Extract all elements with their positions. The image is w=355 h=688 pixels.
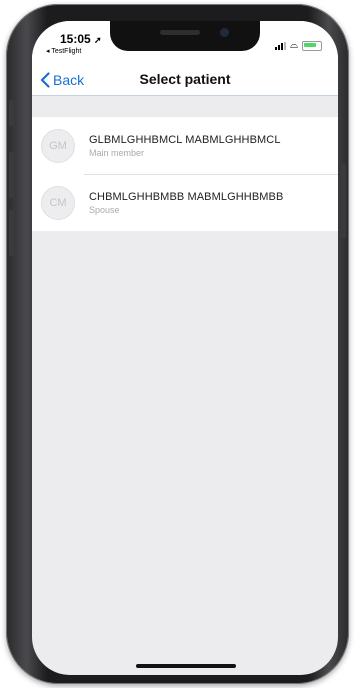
navigation-bar: Back Select patient: [32, 65, 338, 96]
phone-frame: 15:05 ➚ ◂ TestFlight ⌓ Back Select patie…: [6, 4, 349, 684]
notch: [110, 21, 260, 51]
status-time: 15:05 ➚: [60, 32, 102, 46]
page-title: Select patient: [139, 71, 231, 87]
patient-relation: Spouse: [89, 204, 120, 215]
power-button: [341, 164, 346, 238]
patient-row[interactable]: CM CHBMLGHHBMBB MABMLGHHBMBB Spouse: [32, 174, 338, 231]
battery-level: [304, 43, 316, 47]
volume-up-button: [9, 152, 14, 198]
signal-icon: [275, 42, 287, 50]
front-camera: [220, 28, 229, 37]
screen: 15:05 ➚ ◂ TestFlight ⌓ Back Select patie…: [32, 21, 338, 675]
back-to-app-link[interactable]: ◂ TestFlight: [46, 47, 81, 55]
patient-relation: Main member: [89, 147, 145, 158]
patient-name: GLBMLGHHBMCL MABMLGHHBMCL: [89, 133, 281, 146]
location-arrow-icon: ➚: [94, 35, 102, 45]
patient-info: GLBMLGHHBMCL MABMLGHHBMCL Main member: [89, 134, 281, 158]
patient-list: GM GLBMLGHHBMCL MABMLGHHBMCL Main member…: [32, 117, 338, 231]
avatar: GM: [41, 128, 75, 163]
patient-info: CHBMLGHHBMBB MABMLGHHBMBB Spouse: [89, 191, 283, 215]
home-indicator[interactable]: [136, 664, 236, 668]
patient-name: CHBMLGHHBMBB MABMLGHHBMBB: [89, 190, 284, 203]
speaker-grille: [160, 30, 200, 35]
avatar: CM: [41, 185, 75, 220]
volume-down-button: [9, 210, 14, 256]
status-icons: ⌓: [275, 41, 322, 51]
battery-icon: [302, 41, 322, 51]
silent-switch: [9, 100, 14, 126]
status-time-text: 15:05: [60, 32, 91, 46]
wifi-icon: ⌓: [290, 40, 298, 51]
patient-row[interactable]: GM GLBMLGHHBMCL MABMLGHHBMCL Main member: [32, 117, 338, 174]
